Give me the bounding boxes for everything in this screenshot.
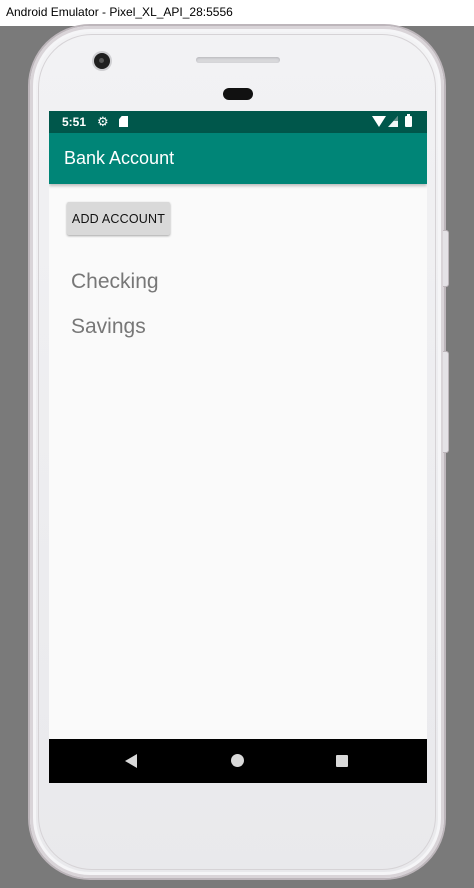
battery-icon — [405, 114, 412, 127]
app-title: Bank Account — [64, 148, 175, 168]
recents-icon[interactable] — [336, 755, 348, 767]
power-button[interactable] — [443, 230, 449, 287]
window-titlebar: Android Emulator - Pixel_XL_API_28:5556 — [0, 0, 474, 26]
earpiece-speaker — [196, 57, 280, 63]
device-screen: 5:51 ⚙ Bank Account ADD ACCOUNT Checking… — [49, 111, 427, 783]
app-bar: Bank Account — [49, 133, 427, 184]
navigation-bar — [49, 739, 427, 783]
back-icon[interactable] — [125, 754, 137, 768]
status-bar: 5:51 ⚙ — [49, 111, 427, 133]
sd-card-icon — [119, 116, 128, 127]
home-icon[interactable] — [231, 754, 244, 767]
window-title: Android Emulator - Pixel_XL_API_28:5556 — [6, 5, 233, 19]
account-item-savings[interactable]: Savings — [71, 311, 159, 356]
wifi-icon — [372, 116, 386, 127]
gear-icon: ⚙ — [97, 114, 109, 129]
add-account-button[interactable]: ADD ACCOUNT — [67, 202, 170, 235]
proximity-sensor — [223, 88, 253, 100]
account-list: Checking Savings — [71, 266, 159, 356]
front-camera-icon — [94, 53, 110, 69]
status-time: 5:51 — [62, 115, 87, 129]
account-item-checking[interactable]: Checking — [71, 266, 159, 311]
volume-rocker[interactable] — [443, 351, 449, 453]
